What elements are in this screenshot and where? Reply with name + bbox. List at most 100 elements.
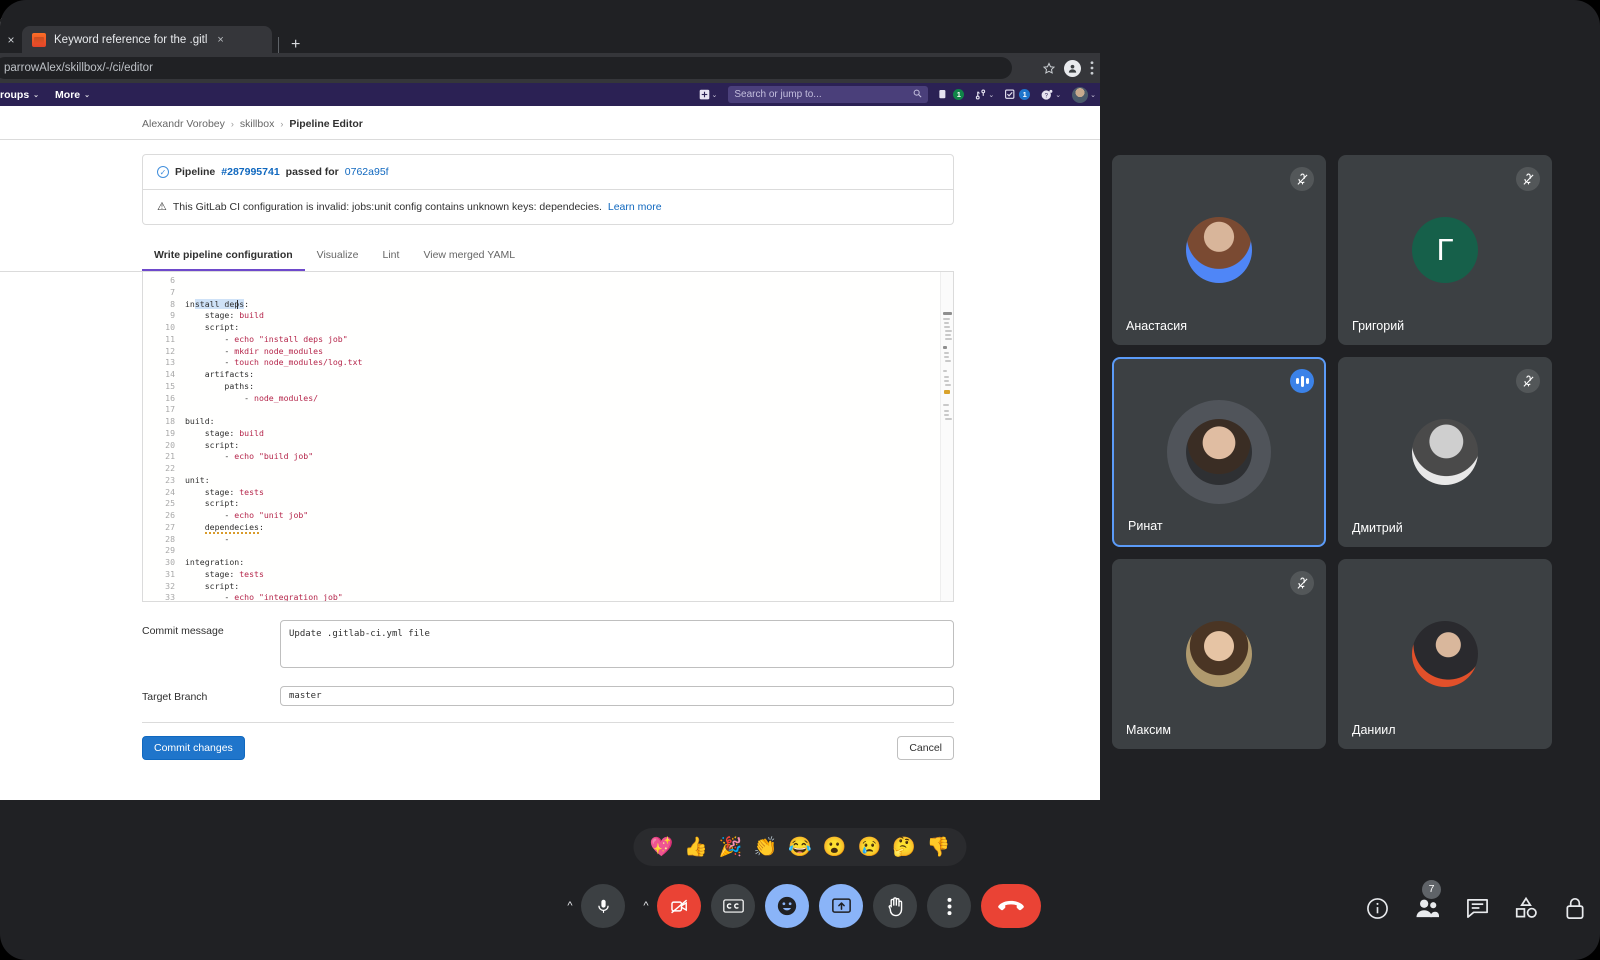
participant-tile[interactable]: Даниил — [1338, 559, 1552, 749]
pipeline-id-link[interactable]: #287995741 — [221, 166, 279, 178]
code-line: 22 — [143, 463, 953, 475]
microphone-button[interactable] — [581, 884, 625, 928]
code-line: 25 script: — [143, 498, 953, 510]
nav-item-groups-label: roups — [0, 88, 30, 101]
pipeline-alert-middle: passed for — [285, 166, 339, 178]
yaml-code-editor[interactable]: 6 7 8 install deps: 9 stage: build 10 script:… — [142, 272, 954, 602]
present-screen-button[interactable] — [819, 884, 863, 928]
search-input[interactable]: Search or jump to... — [728, 86, 929, 103]
learn-more-link[interactable]: Learn more — [608, 201, 662, 213]
line-number: 9 — [170, 310, 175, 321]
pipeline-commit-link[interactable]: 0762a95f — [345, 166, 389, 178]
reaction-face-with-tears-of-joy[interactable]: 😂 — [788, 838, 812, 857]
issues-button[interactable]: 1 — [939, 89, 965, 100]
tab-lint[interactable]: Lint — [371, 243, 412, 271]
camera-off-button[interactable] — [657, 884, 701, 928]
create-new-button[interactable]: ⌄ — [699, 89, 717, 100]
nav-item-groups[interactable]: roups ⌄ — [0, 89, 39, 101]
reaction-sparkling-heart[interactable]: 💖 — [649, 838, 673, 857]
line-number: 25 — [165, 498, 175, 509]
reactions-button[interactable] — [765, 884, 809, 928]
activities-button[interactable] — [1515, 897, 1538, 919]
help-button[interactable]: ? ⌄ — [1041, 89, 1061, 101]
avatar-initial: Г — [1412, 217, 1478, 283]
breadcrumb-item-project[interactable]: skillbox — [240, 118, 274, 130]
meeting-details-button[interactable] — [1366, 897, 1389, 920]
meet-window: × Keyword reference for the .gitl × + pa… — [0, 0, 1600, 960]
shared-screen-browser: × Keyword reference for the .gitl × + pa… — [0, 18, 1100, 800]
reaction-party-popper[interactable]: 🎉 — [719, 838, 743, 857]
code-line: 7 — [143, 287, 953, 299]
leave-call-button[interactable] — [981, 884, 1041, 928]
previous-tab-close-icon[interactable]: × — [0, 26, 22, 53]
people-button[interactable]: 7 — [1415, 879, 1441, 920]
reaction-thumbs-down[interactable]: 👎 — [927, 838, 951, 857]
chevron-down-icon: ⌄ — [988, 91, 995, 99]
camera-options-button[interactable]: ^ — [635, 884, 657, 928]
profile-avatar-icon[interactable] — [1064, 59, 1081, 77]
reaction-crying-face[interactable]: 😢 — [858, 838, 882, 857]
more-options-button[interactable] — [927, 884, 971, 928]
code-text: stage: tests — [185, 486, 264, 497]
todos-badge: 1 — [1019, 89, 1031, 100]
editor-minimap[interactable] — [940, 272, 953, 601]
code-text: paths: — [185, 380, 255, 391]
tab-visualize[interactable]: Visualize — [305, 243, 371, 271]
line-number: 19 — [165, 427, 175, 438]
participant-name: Григорий — [1352, 319, 1405, 333]
captions-button[interactable] — [711, 884, 755, 928]
reaction-face-with-open-mouth[interactable]: 😮 — [823, 838, 847, 857]
new-tab-button[interactable]: + — [285, 37, 306, 53]
commit-message-label: Commit message — [142, 625, 224, 637]
mic-options-button[interactable]: ^ — [559, 884, 581, 928]
address-input[interactable]: parrowAlex/skillbox/-/ci/editor — [0, 57, 1012, 79]
browser-menu-icon[interactable] — [1090, 61, 1094, 75]
target-branch-input[interactable] — [280, 686, 954, 706]
avatar-container — [1186, 217, 1252, 283]
line-number: 14 — [165, 369, 175, 379]
code-text: - touch node_modules/log.txt — [185, 357, 363, 368]
todos-button[interactable]: 1 — [1005, 89, 1031, 100]
code-line: 27 dependecies: — [143, 521, 953, 534]
participant-tile[interactable]: Анастасия — [1112, 155, 1326, 345]
chevron-down-icon: ⌄ — [1055, 91, 1062, 99]
participant-tile[interactable]: Максим — [1112, 559, 1326, 749]
code-text: install deps: — [185, 298, 250, 309]
user-menu-button[interactable]: ⌄ — [1072, 86, 1096, 103]
line-number: 6 — [170, 275, 175, 285]
code-line: 9 stage: build — [143, 310, 953, 322]
browser-tab[interactable]: Keyword reference for the .gitl × — [22, 26, 272, 53]
nav-item-more[interactable]: More ⌄ — [55, 89, 90, 101]
merge-requests-button[interactable]: ⌄ — [975, 89, 994, 100]
participant-tile[interactable]: Дмитрий — [1338, 357, 1552, 547]
breadcrumb-item-owner[interactable]: Alexandr Vorobey — [142, 118, 225, 130]
tab-view-merged-yaml[interactable]: View merged YAML — [411, 243, 527, 271]
code-line: 15 paths: — [143, 381, 953, 393]
breadcrumb-separator: › — [280, 119, 284, 129]
avatar-container — [1412, 419, 1478, 485]
reactions-bar: 💖 👍 🎉 👏 😂 😮 😢 🤔 👎 — [633, 828, 967, 866]
line-number: 33 — [165, 592, 175, 602]
chat-button[interactable] — [1466, 897, 1489, 919]
cancel-button[interactable]: Cancel — [897, 736, 954, 760]
participant-tile[interactable]: Ринат — [1112, 357, 1326, 547]
line-number: 22 — [165, 463, 175, 473]
reaction-thinking-face[interactable]: 🤔 — [892, 838, 916, 857]
commit-message-input[interactable]: Update .gitlab-ci.yml file — [280, 620, 954, 668]
search-icon — [913, 89, 922, 100]
participant-tile[interactable]: Г Григорий — [1338, 155, 1552, 345]
mic-off-icon — [1290, 167, 1314, 191]
raise-hand-button[interactable] — [873, 884, 917, 928]
code-text: stage: build — [185, 310, 264, 321]
host-controls-button[interactable] — [1564, 897, 1586, 920]
close-tab-icon[interactable]: × — [215, 34, 225, 46]
code-line: 10 script: — [143, 322, 953, 334]
bookmark-star-icon[interactable] — [1043, 62, 1055, 74]
commit-changes-button[interactable]: Commit changes — [142, 736, 245, 760]
breadcrumb-item-page: Pipeline Editor — [289, 118, 363, 130]
tab-write-pipeline-configuration[interactable]: Write pipeline configuration — [142, 243, 305, 271]
line-number: 28 — [165, 533, 175, 544]
reaction-clapping-hands[interactable]: 👏 — [753, 838, 777, 857]
reaction-thumbs-up[interactable]: 👍 — [684, 838, 708, 857]
